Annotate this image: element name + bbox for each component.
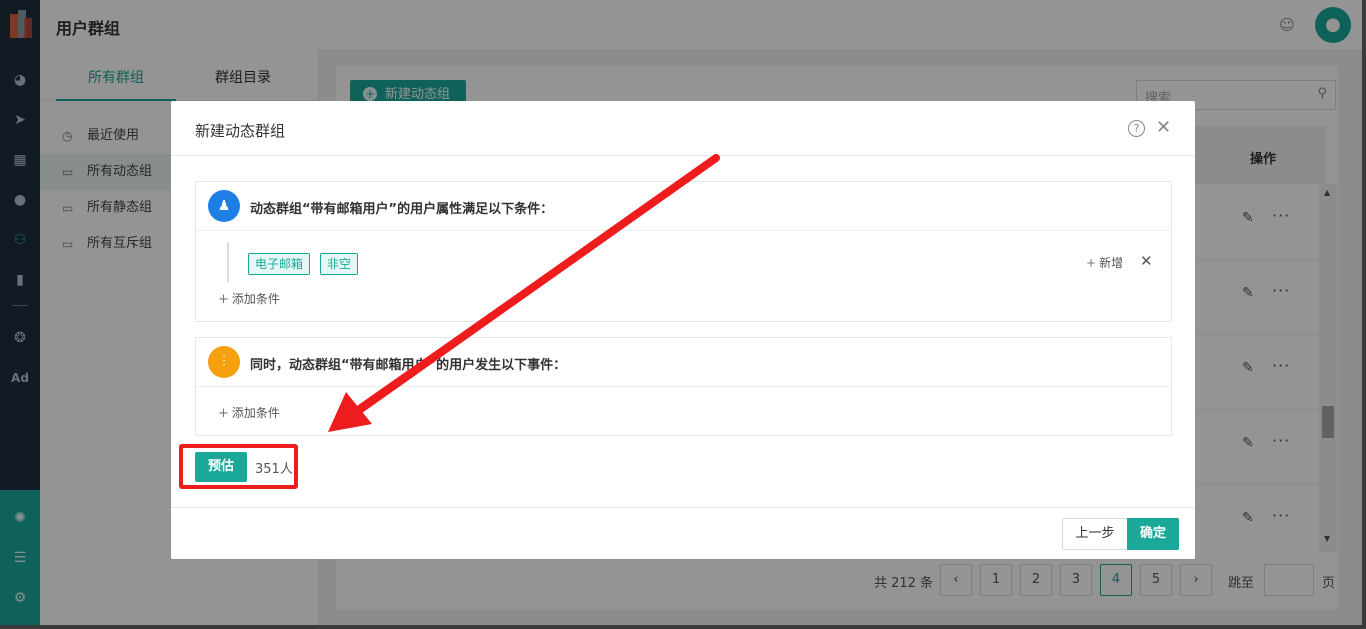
annotation-arrow (328, 154, 720, 432)
annotation-arrow-line (354, 154, 720, 415)
annotation-arrow-head (328, 392, 372, 432)
app-window: ◕ ➤ ▦ ● ⚇ ▮ ❂ Ad ✺ ☰ ⚙ 用户群组 ☺ ● 所有群组 群组目… (0, 0, 1362, 625)
